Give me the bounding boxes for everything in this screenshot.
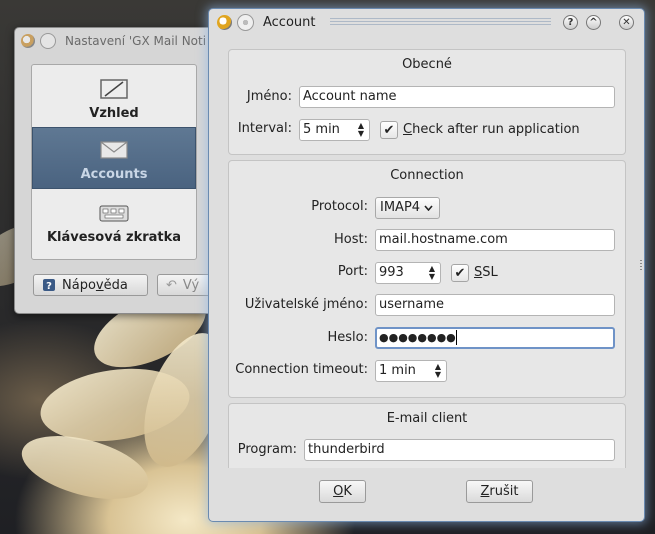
username-label: Uživatelské jméno: bbox=[244, 297, 368, 312]
protocol-label: Protocol: bbox=[311, 199, 368, 214]
app-icon[interactable] bbox=[21, 34, 35, 48]
interval-label: Interval: bbox=[237, 121, 292, 136]
ok-button[interactable]: OK bbox=[319, 480, 366, 503]
settings-window: Nastavení 'GX Mail Noti Vzhled Accounts bbox=[14, 27, 227, 314]
general-group-title: Obecné bbox=[402, 57, 452, 72]
category-item-accounts[interactable]: Accounts bbox=[32, 127, 196, 189]
settings-window-titlebar[interactable]: Nastavení 'GX Mail Noti bbox=[15, 28, 215, 54]
category-label: Accounts bbox=[80, 167, 148, 182]
chevron-down-icon bbox=[424, 205, 433, 211]
minimize-icon[interactable]: ^ bbox=[586, 14, 601, 30]
account-dialog: Account ? ^ ✕ Obecné Jméno: Account name… bbox=[208, 8, 645, 522]
help-icon[interactable]: ? bbox=[563, 14, 578, 30]
dialog-title: Account bbox=[263, 14, 316, 30]
email-client-group: E-mail client Program: thunderbird bbox=[228, 403, 626, 468]
program-input[interactable]: thunderbird bbox=[304, 439, 615, 461]
protocol-select[interactable]: IMAP4 bbox=[375, 197, 440, 219]
timeout-label: Connection timeout: bbox=[235, 362, 368, 377]
help-button[interactable]: ? Nápověda bbox=[33, 274, 148, 296]
settings-window-title: Nastavení 'GX Mail Noti bbox=[65, 34, 207, 48]
pin-icon[interactable] bbox=[237, 13, 254, 31]
protocol-value: IMAP4 bbox=[380, 200, 421, 215]
spin-arrows-icon[interactable]: ▲ ▼ bbox=[355, 121, 367, 139]
undo-icon: ↶ bbox=[166, 277, 177, 293]
ssl-checkbox[interactable]: ✔ bbox=[451, 264, 469, 282]
defaults-button-label: Vý bbox=[182, 277, 200, 293]
cancel-button-label: Zrušit bbox=[480, 484, 519, 499]
titlebar-decoration bbox=[329, 17, 551, 27]
dialog-titlebar[interactable]: Account ? ^ ✕ bbox=[209, 9, 644, 35]
category-item-appearance[interactable]: Vzhled bbox=[32, 65, 196, 127]
password-input[interactable]: ●●●●●●●● bbox=[375, 327, 615, 349]
category-label: Klávesová zkratka bbox=[46, 230, 182, 245]
ssl-label: SSL bbox=[474, 265, 498, 280]
email-client-group-title: E-mail client bbox=[386, 411, 468, 426]
category-label: Vzhled bbox=[89, 106, 139, 121]
host-input[interactable]: mail.hostname.com bbox=[375, 229, 615, 251]
cancel-button[interactable]: Zrušit bbox=[466, 480, 533, 503]
port-label: Port: bbox=[337, 264, 368, 279]
timeout-value: 1 min bbox=[379, 363, 416, 378]
category-item-shortcuts[interactable]: Klávesová zkratka bbox=[32, 189, 196, 251]
text-caret bbox=[455, 330, 457, 345]
svg-text:?: ? bbox=[46, 281, 52, 292]
connection-group-title: Connection bbox=[390, 168, 464, 183]
checkmark-icon: ✔ bbox=[454, 265, 466, 281]
pin-icon[interactable] bbox=[40, 33, 56, 49]
password-label: Heslo: bbox=[327, 330, 369, 345]
interval-spinbox[interactable]: 5 min ▲ ▼ bbox=[299, 119, 370, 141]
username-input[interactable]: username bbox=[375, 294, 615, 316]
port-spinbox[interactable]: 993 ▲ ▼ bbox=[375, 262, 441, 284]
spin-arrows-icon[interactable]: ▲ ▼ bbox=[432, 362, 444, 380]
help-button-label: Nápověda bbox=[62, 277, 128, 293]
help-icon: ? bbox=[43, 279, 55, 292]
interval-value: 5 min bbox=[303, 122, 340, 137]
password-value: ●●●●●●●● bbox=[379, 331, 456, 344]
general-group: Obecné Jméno: Account name Interval: 5 m… bbox=[228, 49, 626, 155]
ok-button-label: OK bbox=[333, 484, 352, 499]
name-input[interactable]: Account name bbox=[299, 86, 615, 108]
app-icon[interactable] bbox=[217, 14, 232, 30]
port-value: 993 bbox=[379, 265, 404, 280]
category-list: Vzhled Accounts Klávesová zkratka bbox=[31, 64, 197, 260]
name-label: Jméno: bbox=[246, 89, 292, 104]
spin-arrows-icon[interactable]: ▲ ▼ bbox=[426, 264, 438, 282]
timeout-spinbox[interactable]: 1 min ▲ ▼ bbox=[375, 360, 447, 382]
envelope-icon bbox=[100, 141, 128, 159]
host-label: Host: bbox=[334, 232, 368, 247]
keyboard-icon bbox=[99, 205, 129, 222]
connection-group: Connection Protocol: IMAP4 Host: mail.ho… bbox=[228, 160, 626, 398]
close-icon[interactable]: ✕ bbox=[619, 14, 634, 30]
resize-grip[interactable] bbox=[640, 260, 642, 270]
program-label: Program: bbox=[237, 442, 297, 457]
check-after-run-checkbox[interactable]: ✔ bbox=[380, 121, 398, 139]
appearance-icon bbox=[100, 79, 128, 99]
checkmark-icon: ✔ bbox=[383, 122, 395, 138]
check-after-run-label: Check after run application bbox=[403, 122, 580, 137]
